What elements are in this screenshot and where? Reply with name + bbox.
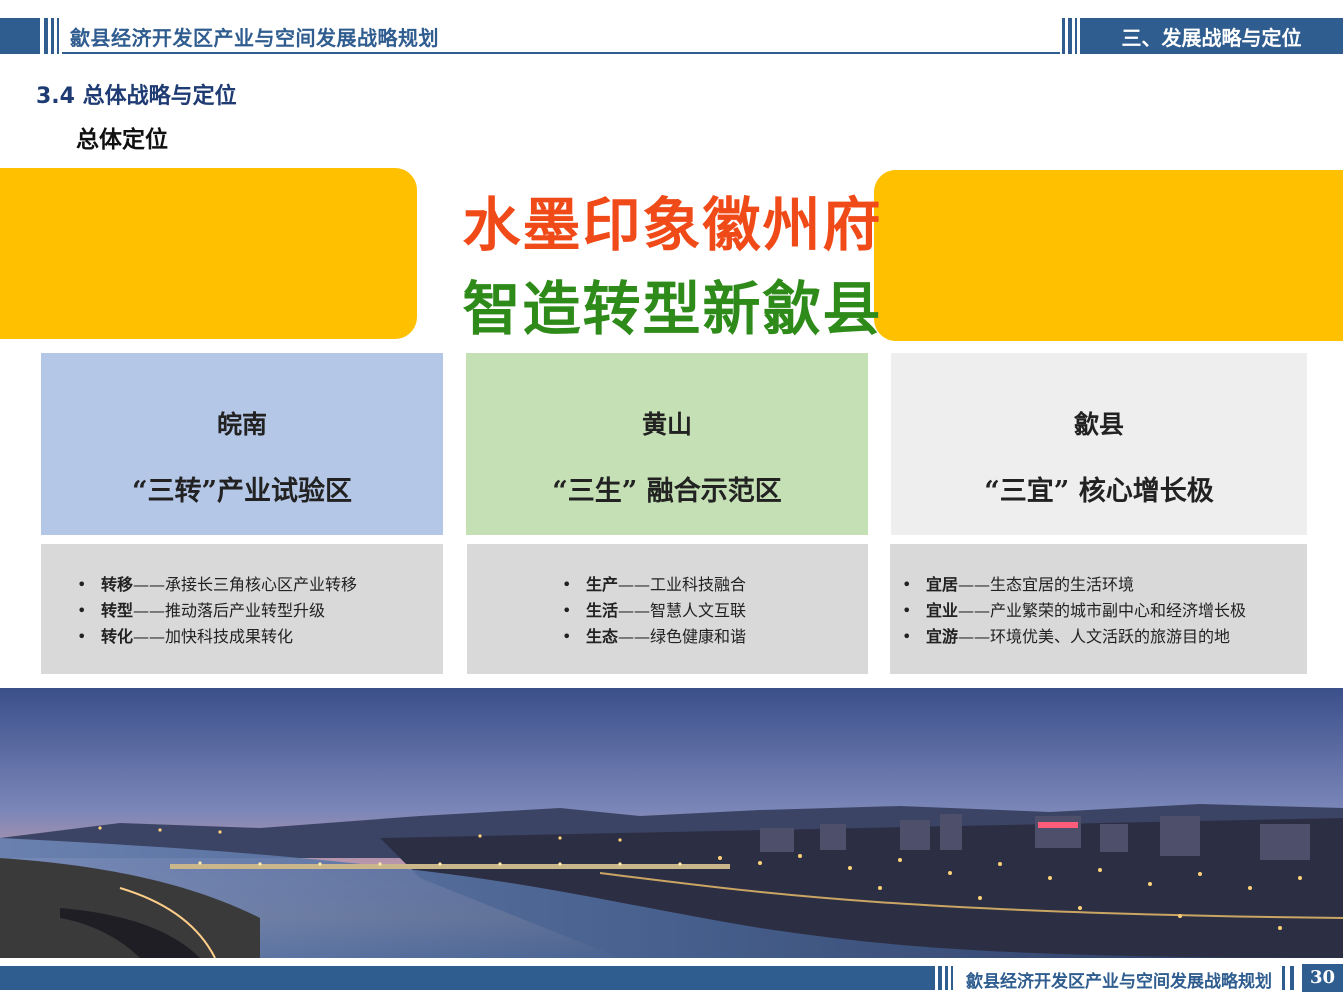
list-item: • 转型——推动落后产业转型升级 [77,598,357,624]
list-item: • 生产——工业科技融合 [562,572,746,598]
list-wannan: • 转移——承接长三角核心区产业转移 • 转型——推动落后产业转型升级 • 转化——加… [41,544,443,674]
footer-stripe [951,966,953,990]
footer-stripe [945,966,948,990]
slogan-line-2: 智造转型新歙县 [462,275,883,343]
card-subtitle: “三宜” 核心增长极 [984,476,1214,507]
header-stripe [57,18,59,54]
bullet-icon: • [902,627,912,646]
footer-stripe [938,966,942,990]
subsection-title: 总体定位 [76,127,168,153]
bullet-icon: • [77,575,87,594]
list-item: • 宜居——生态宜居的生活环境 [902,572,1246,598]
header-left-block [0,18,40,54]
card-wannan: 皖南 “三转”产业试验区 [41,353,443,535]
card-subtitle: “三生” 融合示范区 [552,476,782,507]
header-section-label: 三、发展战略与定位 [1121,26,1302,50]
card-title: 歙县 [1073,410,1124,439]
header-stripe [1075,18,1077,54]
city-night-photo [0,688,1343,958]
card-title: 黄山 [641,410,692,439]
list-item: • 转移——承接长三角核心区产业转移 [77,572,357,598]
bullet-icon: • [77,627,87,646]
header-stripe [1062,18,1065,54]
bullet-icon: • [562,601,572,620]
header-stripe [44,18,48,54]
bullet-icon: • [902,601,912,620]
header-underline [62,52,1060,54]
header-stripe [51,18,54,54]
list-item: • 宜游——环境优美、人文活跃的旅游目的地 [902,624,1246,650]
list-item: • 生活——智慧人文互联 [562,598,746,624]
card-huangshan: 黄山 “三生” 融合示范区 [466,353,868,535]
yellow-block-left [0,168,417,339]
bullet-icon: • [902,575,912,594]
list-shexian: • 宜居——生态宜居的生活环境 • 宜业——产业繁荣的城市副中心和经济增长极 • 宜游… [890,544,1307,674]
bullet-icon: • [77,601,87,620]
header-stripe [1068,18,1072,54]
footer-title: 歙县经济开发区产业与空间发展战略规划 [966,972,1272,992]
footer-stripe [1282,966,1285,990]
card-shexian: 歙县 “三宜” 核心增长极 [891,353,1307,535]
footer-bar [0,966,935,990]
list-item: • 宜业——产业繁荣的城市副中心和经济增长极 [902,598,1246,624]
bullet-icon: • [562,627,572,646]
section-title: 3.4 总体战略与定位 [36,84,237,109]
card-subtitle: “三转”产业试验区 [131,476,353,507]
list-item: • 生态——绿色健康和谐 [562,624,746,650]
card-title: 皖南 [216,410,267,439]
header-title: 歙县经济开发区产业与空间发展战略规划 [70,26,439,50]
list-item: • 转化——加快科技成果转化 [77,624,357,650]
slogan-line-1: 水墨印象徽州府 [462,191,883,259]
bullet-icon: • [562,575,572,594]
list-huangshan: • 生产——工业科技融合 • 生活——智慧人文互联 • 生态——绿色健康和谐 [467,544,868,674]
page-number: 30 [1302,964,1343,992]
footer-stripe [1290,966,1294,990]
